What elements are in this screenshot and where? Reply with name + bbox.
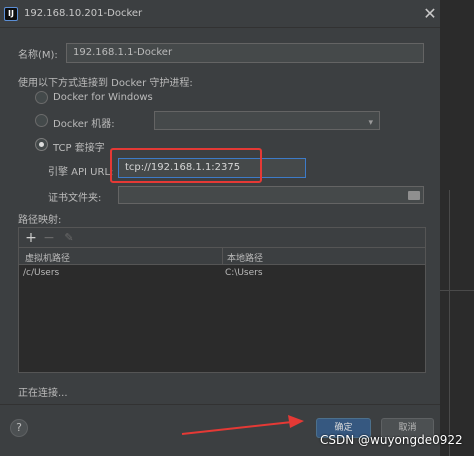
radio-docker-for-windows[interactable] [35,91,48,104]
pencil-icon: ✎ [64,231,74,244]
close-icon: ✕ [423,4,437,23]
radio-docker-machine[interactable] [35,114,48,127]
help-button[interactable]: ? [10,419,28,437]
tcp-socket-label[interactable]: TCP 套接字 [53,139,105,154]
column-header-local-path[interactable]: 本地路径 [227,251,263,264]
title-bar: IJ 192.168.10.201-Docker ✕ [0,0,474,28]
cell-local-path[interactable]: C:\Users [225,268,263,278]
table-toolbar: + − ✎ [19,228,425,248]
cert-folder-label: 证书文件夹: [48,193,102,204]
path-mappings-table: + − ✎ 虚拟机路径 本地路径 /c/Users C:\Users [18,227,426,373]
docker-for-windows-label[interactable]: Docker for Windows [53,92,153,103]
table-row[interactable]: /c/Users C:\Users [19,266,425,283]
question-icon: ? [16,421,22,434]
footer-divider [0,404,440,405]
column-header-vm-path[interactable]: 虚拟机路径 [25,251,70,264]
close-button[interactable]: ✕ [420,4,440,24]
name-input[interactable]: 192.168.1.1-Docker [66,43,424,63]
folder-icon [408,191,420,200]
cell-vm-path[interactable]: /c/Users [23,268,59,278]
watermark-text: CSDN @wuyongde0922 [320,433,463,447]
add-mapping-button[interactable]: + [23,229,39,247]
connect-method-label: 使用以下方式连接到 Docker 守护进程: [18,78,193,89]
window-title: 192.168.10.201-Docker [24,8,143,19]
column-divider[interactable] [222,248,223,265]
edit-mapping-button[interactable]: ✎ [61,229,77,247]
path-mappings-label: 路径映射: [18,215,62,226]
docker-machine-label[interactable]: Docker 机器: [53,115,115,130]
engine-api-url-label: 引擎 API URL: [48,167,114,178]
table-header: 虚拟机路径 本地路径 [19,248,425,265]
cert-folder-input[interactable] [118,186,424,204]
engine-api-url-input[interactable]: tcp://192.168.1.1:2375 [118,158,306,178]
connection-status: 正在连接... [18,388,68,399]
radio-tcp-socket[interactable] [35,138,48,151]
background-window-strip [440,0,474,456]
chevron-down-icon: ▾ [368,118,373,128]
plus-icon: + [25,230,37,246]
docker-machine-select[interactable]: ▾ [154,111,380,130]
strip-divider-vertical [449,190,450,456]
browse-folder-button[interactable] [404,187,424,203]
app-logo-icon: IJ [4,7,18,21]
strip-divider-horizontal [440,290,474,291]
annotation-arrow-icon [181,415,304,435]
remove-mapping-button[interactable]: − [41,229,57,247]
name-label: 名称(M): [18,50,58,61]
minus-icon: − [43,230,55,246]
